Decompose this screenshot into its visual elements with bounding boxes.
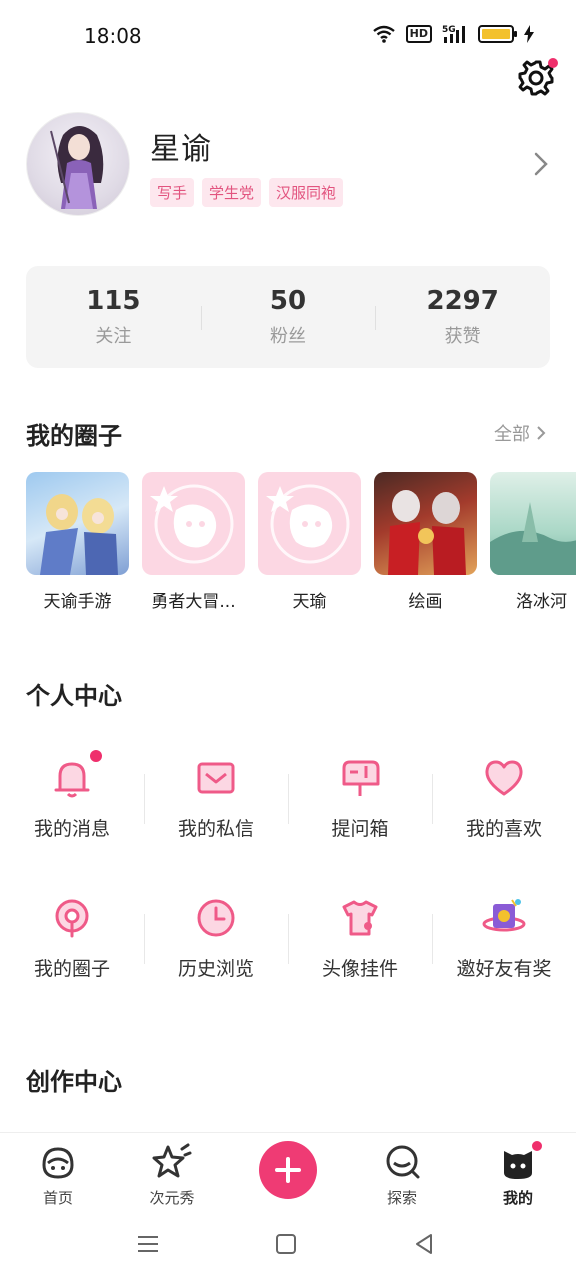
status-bar: 18:08 HD 5G: [0, 0, 576, 72]
my-messages-button[interactable]: 我的消息: [0, 742, 144, 862]
nav-label: 首页: [42, 1189, 73, 1207]
grid-label: 我的喜欢: [465, 818, 542, 840]
circle-pin-icon: [50, 896, 94, 940]
stat-label: 粉丝: [270, 326, 306, 347]
stat-label: 获赞: [444, 326, 481, 347]
stat-value: 50: [269, 286, 307, 316]
circle-name: 天瑜: [292, 592, 327, 612]
create-post-button[interactable]: [259, 1141, 317, 1199]
circle-thumbnail: [258, 472, 361, 575]
circle-name: 洛冰河: [516, 592, 567, 612]
settings-badge: [548, 58, 558, 68]
heart-icon: [482, 756, 526, 800]
stats-panel: 115 关注 50 粉丝 2297 获赞: [26, 266, 550, 368]
back-icon[interactable]: [412, 1232, 436, 1256]
personal-center-title: 个人中心: [26, 682, 122, 710]
stat-label: 关注: [95, 326, 132, 347]
bell-icon: [50, 750, 102, 800]
battery-icon: [478, 25, 517, 43]
nav-label: 次元秀: [149, 1189, 195, 1207]
home-icon: [38, 1143, 78, 1183]
nav-badge: [532, 1141, 542, 1151]
grid-label: 头像挂件: [321, 958, 398, 980]
stat-likes[interactable]: 2297 获赞: [375, 266, 550, 368]
circle-name: 天谕手游: [43, 592, 112, 612]
grid-label: 提问箱: [331, 818, 389, 840]
circle-item[interactable]: 天谕手游: [26, 472, 129, 622]
circles-list: 天谕手游 勇者大冒... 天瑜 绘画 洛冰河: [26, 472, 576, 622]
star-sparkle-icon: [152, 1143, 192, 1183]
profile-tag[interactable]: 汉服同袍: [269, 178, 344, 207]
settings-button[interactable]: [516, 58, 558, 98]
circle-item[interactable]: 绘画: [374, 472, 477, 622]
status-icons: HD 5G: [372, 24, 534, 44]
circle-name: 勇者大冒...: [151, 592, 236, 612]
signal-icon: 5G: [442, 25, 465, 43]
home-square-icon[interactable]: [274, 1232, 298, 1256]
nickname: 星谕: [150, 132, 212, 167]
circle-thumbnail: [142, 472, 245, 575]
history-button[interactable]: 历史浏览: [144, 882, 288, 1002]
gift-planet-icon: [482, 896, 526, 940]
mail-icon: [194, 756, 238, 800]
circle-name: 绘画: [408, 592, 443, 612]
creation-center-title: 创作中心: [26, 1068, 122, 1096]
clock-icon: [194, 896, 238, 940]
circle-item[interactable]: 洛冰河: [490, 472, 576, 622]
chevron-right-icon: [537, 426, 546, 440]
avatar[interactable]: [26, 112, 130, 216]
chevron-right-icon: [534, 152, 548, 176]
nav-cosplay[interactable]: 次元秀: [132, 1143, 212, 1208]
grid-label: 我的圈子: [33, 958, 110, 980]
svg-text:5G: 5G: [442, 25, 456, 35]
question-box-button[interactable]: 提问箱: [288, 742, 432, 862]
tshirt-icon: [338, 896, 382, 940]
mailbox-icon: [338, 756, 382, 800]
see-all-label: 全部: [494, 424, 530, 445]
nav-mine[interactable]: 我的: [478, 1141, 558, 1208]
stat-following[interactable]: 115 关注: [26, 266, 201, 368]
circle-item[interactable]: 天瑜: [258, 472, 361, 622]
avatar-pendant-button[interactable]: 头像挂件: [288, 882, 432, 1002]
personal-center-row-1: 我的消息 我的私信 提问箱 我的喜欢: [0, 742, 576, 862]
hd-icon: HD: [405, 25, 432, 43]
profile-tag[interactable]: 学生党: [202, 178, 262, 207]
profile-header[interactable]: 星谕 写手 学生党 汉服同袍: [26, 112, 556, 222]
nav-explore[interactable]: 探索: [362, 1143, 442, 1208]
grid-label: 我的消息: [33, 818, 110, 840]
circle-item[interactable]: 勇者大冒...: [142, 472, 245, 622]
stat-value: 2297: [426, 286, 499, 316]
bottom-nav: 首页 次元秀 探索 我的: [0, 1132, 576, 1216]
nav-home[interactable]: 首页: [18, 1143, 98, 1208]
circle-thumbnail: [374, 472, 477, 575]
invite-friends-button[interactable]: 邀好友有奖: [432, 882, 576, 1002]
grid-label: 我的私信: [177, 818, 254, 840]
profile-tags: 写手 学生党 汉服同袍: [150, 178, 344, 207]
avatar-illustration: [50, 126, 104, 209]
stat-followers[interactable]: 50 粉丝: [200, 266, 376, 368]
see-all-circles-link[interactable]: 全部: [494, 420, 546, 446]
circle-thumbnail: [26, 472, 129, 575]
my-circles-button[interactable]: 我的圈子: [0, 882, 144, 1002]
menu-icon[interactable]: [136, 1232, 160, 1256]
nav-label: 我的: [502, 1189, 533, 1207]
charging-icon: [524, 25, 534, 43]
personal-center-row-2: 我的圈子 历史浏览 头像挂件 邀好友有奖: [0, 882, 576, 1002]
circle-thumbnail: [490, 472, 576, 575]
explore-icon: [382, 1143, 422, 1183]
stat-value: 115: [86, 286, 141, 316]
grid-label: 历史浏览: [177, 958, 254, 980]
wifi-icon: [372, 25, 395, 43]
my-circles-title: 我的圈子: [26, 422, 122, 450]
system-nav-bar: [0, 1216, 576, 1280]
grid-label: 邀好友有奖: [456, 958, 552, 980]
status-time: 18:08: [84, 24, 142, 48]
plus-icon: [275, 1157, 301, 1183]
my-likes-button[interactable]: 我的喜欢: [432, 742, 576, 862]
profile-tag[interactable]: 写手: [150, 178, 195, 207]
private-messages-button[interactable]: 我的私信: [144, 742, 288, 862]
nav-label: 探索: [386, 1189, 417, 1207]
cat-face-icon: [498, 1141, 542, 1183]
unread-badge: [90, 750, 102, 762]
